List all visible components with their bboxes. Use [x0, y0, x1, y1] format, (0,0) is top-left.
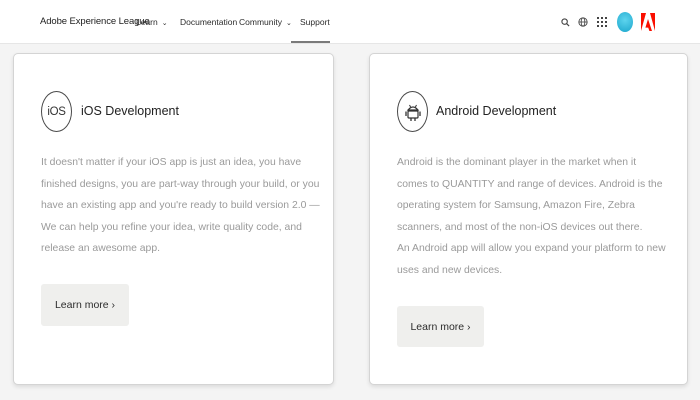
active-nav-indicator — [291, 41, 330, 43]
card-paragraph: It doesn't matter if your iOS app is jus… — [41, 157, 320, 254]
ios-icon-label: iOS — [47, 105, 66, 118]
apps-grid-icon[interactable] — [594, 14, 610, 30]
chevron-down-icon: ⌄ — [285, 20, 292, 27]
ios-development-card: iOS iOS Development It doesn't matter if… — [13, 53, 334, 385]
nav-learn[interactable]: Learn ⌄ — [136, 17, 168, 27]
chevron-down-icon: ⌄ — [161, 20, 168, 27]
nav-learn-label: Learn — [136, 17, 158, 27]
card-title: iOS Development — [81, 104, 179, 118]
nav-documentation[interactable]: Documentation — [180, 17, 237, 27]
card-description: It doesn't matter if your iOS app is jus… — [41, 152, 321, 260]
card-paragraph: Android is the dominant player in the ma… — [397, 157, 663, 233]
learn-more-button[interactable]: Learn more › — [397, 306, 484, 347]
adobe-logo[interactable] — [641, 13, 655, 31]
nav-documentation-label: Documentation — [180, 17, 238, 27]
brand-logo-text[interactable]: Adobe Experience League — [40, 16, 150, 27]
nav-support[interactable]: Support — [300, 17, 330, 27]
user-avatar[interactable] — [617, 12, 633, 32]
nav-community[interactable]: Community ⌄ — [239, 17, 292, 27]
learn-more-button[interactable]: Learn more › — [41, 284, 129, 326]
top-navigation: Adobe Experience League Learn ⌄ Documenta… — [0, 0, 700, 44]
nav-support-label: Support — [300, 17, 330, 27]
globe-icon[interactable] — [575, 14, 591, 30]
ios-icon: iOS — [41, 91, 72, 132]
android-icon — [397, 91, 428, 132]
nav-community-label: Community — [239, 17, 282, 27]
learn-more-label: Learn more › — [410, 320, 471, 333]
learn-more-label: Learn more › — [54, 299, 116, 311]
card-description: Android is the dominant player in the ma… — [397, 152, 669, 281]
card-title: Android Development — [436, 104, 557, 118]
card-paragraph: An Android app will allow you expand you… — [397, 243, 666, 276]
android-development-card: Android Development Android is the domin… — [369, 53, 688, 385]
search-icon[interactable] — [557, 14, 573, 30]
